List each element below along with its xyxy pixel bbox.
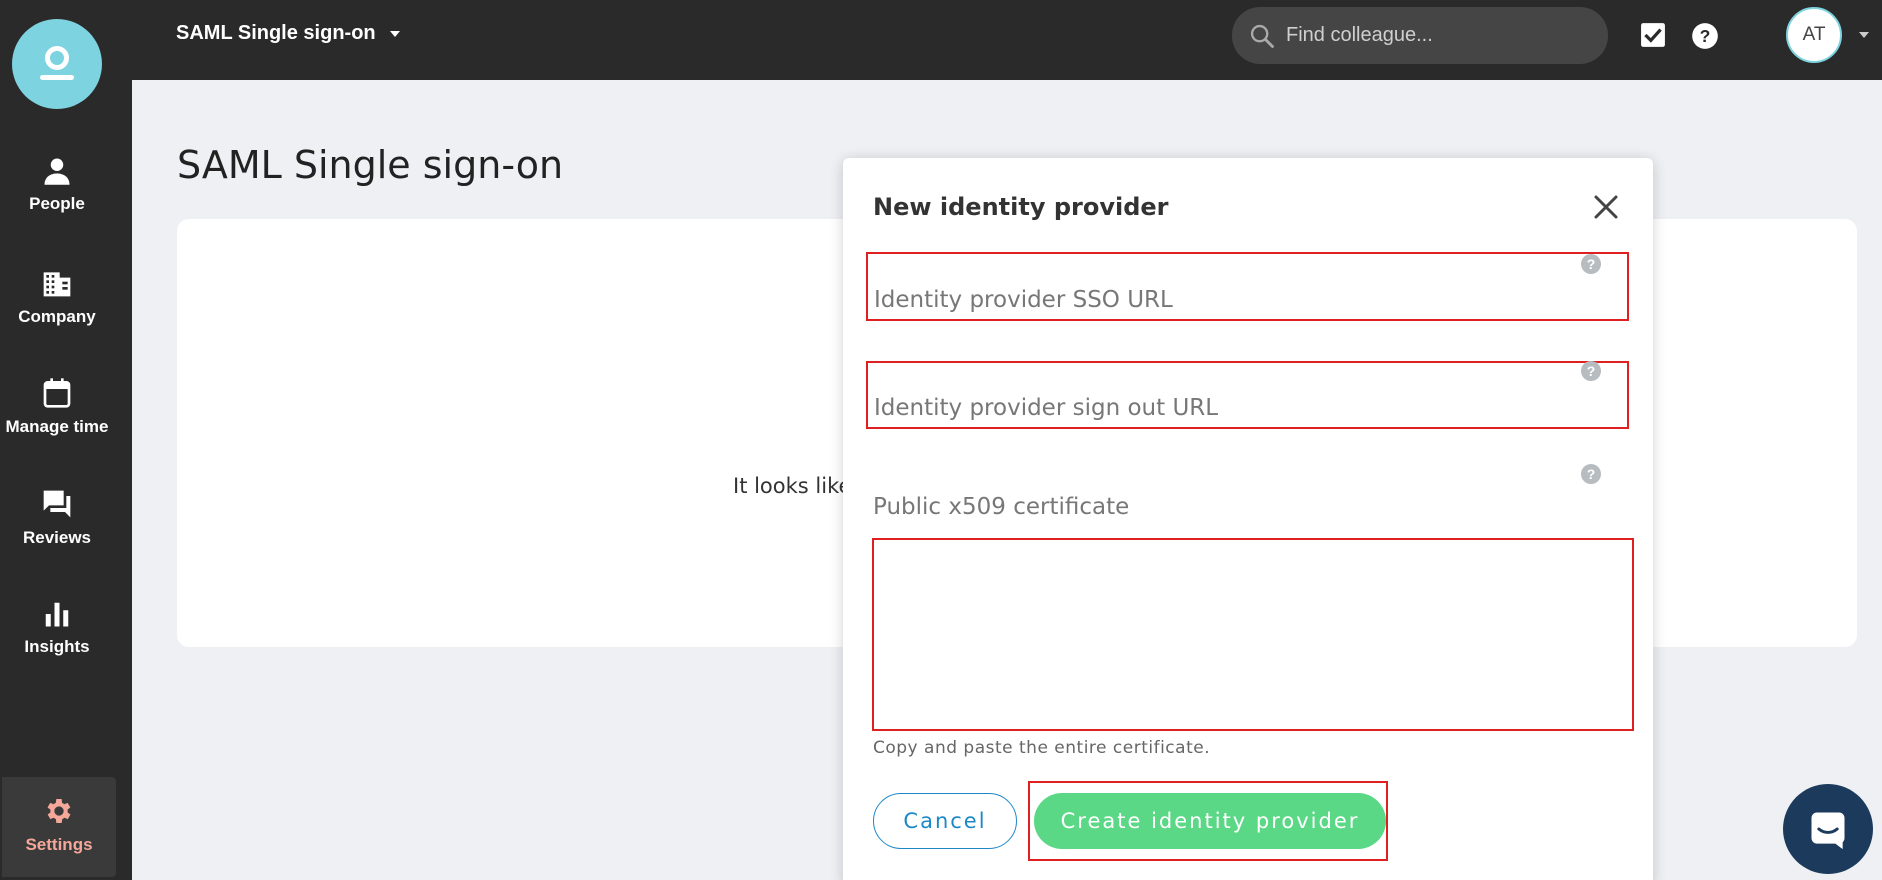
certificate-hint: Copy and paste the entire certificate.: [873, 738, 1211, 758]
modal-title: New identity provider: [873, 193, 1169, 221]
building-icon: [43, 272, 71, 297]
sso-url-input[interactable]: [874, 287, 1574, 313]
sidebar-item-label: Insights: [24, 637, 90, 656]
create-identity-provider-button[interactable]: Create identity provider: [1034, 793, 1386, 849]
breadcrumb-label: SAML Single sign-on: [176, 22, 376, 44]
sign-out-url-field: [866, 361, 1629, 429]
calendar-icon: [43, 378, 71, 408]
help-icon[interactable]: ?: [1581, 254, 1601, 274]
top-bar: SAML Single sign-on ? AT: [132, 0, 1882, 80]
search-input[interactable]: [1286, 24, 1566, 47]
app-logo[interactable]: [12, 19, 102, 109]
sidebar-item-settings[interactable]: Settings: [2, 777, 116, 877]
certificate-label: Public x509 certificate: [873, 494, 1130, 520]
avatar[interactable]: AT: [1786, 7, 1842, 63]
chat-launcher[interactable]: [1783, 784, 1873, 874]
sidebar-item-label: Settings: [25, 835, 93, 854]
help-icon[interactable]: ?: [1581, 464, 1601, 484]
bar-chart-icon: [45, 602, 69, 627]
sidebar: People Company Manage time Reviews Insig…: [0, 0, 132, 880]
person-icon: [44, 158, 70, 185]
logo-bar: [40, 75, 74, 80]
sign-out-url-input[interactable]: [874, 395, 1574, 421]
certificate-field: [872, 538, 1634, 731]
help-icon[interactable]: ?: [1691, 22, 1719, 50]
breadcrumb[interactable]: SAML Single sign-on: [176, 22, 400, 45]
sidebar-item-reviews[interactable]: Reviews: [0, 488, 114, 548]
sidebar-item-label: People: [29, 194, 85, 213]
close-icon[interactable]: [1591, 192, 1621, 222]
sso-url-field: [866, 252, 1629, 321]
cancel-button[interactable]: Cancel: [873, 793, 1017, 849]
chat-icon: [43, 490, 71, 518]
page-title: SAML Single sign-on: [177, 143, 564, 187]
sidebar-item-company[interactable]: Company: [0, 267, 114, 327]
chevron-down-icon[interactable]: [1859, 32, 1869, 38]
checkbox-icon[interactable]: [1640, 22, 1666, 48]
search-box[interactable]: [1232, 7, 1608, 64]
sidebar-item-label: Company: [18, 307, 96, 326]
sidebar-item-people[interactable]: People: [0, 156, 114, 214]
sidebar-item-insights[interactable]: Insights: [0, 599, 114, 657]
gear-icon: [47, 799, 71, 823]
chevron-down-icon: [389, 30, 400, 37]
svg-text:?: ?: [1700, 26, 1711, 46]
sidebar-item-label: Manage time: [5, 417, 109, 436]
new-identity-provider-modal: New identity provider ? ? ? Public x509 …: [843, 158, 1653, 880]
help-icon[interactable]: ?: [1581, 361, 1601, 381]
chat-bubble-icon: [1811, 812, 1845, 850]
certificate-textarea[interactable]: [874, 540, 1632, 729]
empty-state-text: It looks like: [733, 474, 852, 498]
logo-dot: [45, 46, 69, 70]
create-button-highlight: Create identity provider: [1028, 781, 1388, 861]
sidebar-item-label: Reviews: [22, 528, 92, 547]
search-icon: [1250, 24, 1274, 48]
sidebar-item-manage-time[interactable]: Manage time: [0, 377, 114, 437]
